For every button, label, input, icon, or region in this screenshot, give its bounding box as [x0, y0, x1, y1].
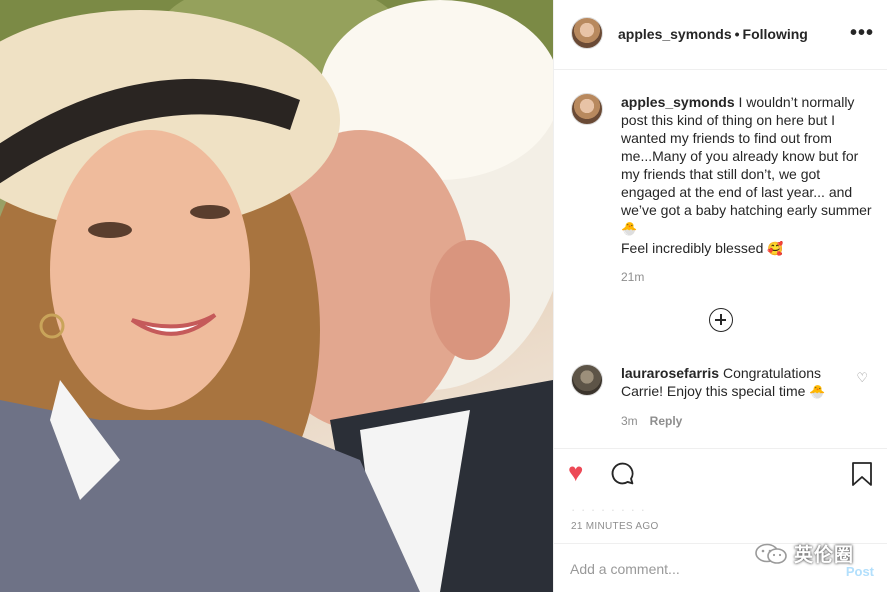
caption-username[interactable]: apples_symonds: [621, 94, 735, 110]
smiling-hearts-icon: 🥰: [767, 242, 784, 257]
caption-timestamp[interactable]: 21m: [621, 270, 644, 284]
post-panel: apples_symonds • Following ••• apples_symo…: [553, 0, 887, 592]
heart-outline-icon[interactable]: ♡: [856, 370, 868, 386]
follow-button[interactable]: Following: [743, 26, 808, 42]
caption-body-2: Feel incredibly blessed: [621, 240, 768, 256]
watermark: 英伦圈: [754, 540, 854, 567]
caption-body: I wouldn’t normally post this kind of th…: [621, 94, 872, 218]
reply-button[interactable]: Reply: [650, 414, 683, 428]
post-time-ago[interactable]: 21 MINUTES AGO: [571, 521, 659, 532]
likes-count-blurred: · · · · · · · ·: [571, 502, 646, 517]
bookmark-icon[interactable]: [850, 461, 874, 487]
post-photo[interactable]: [0, 0, 553, 592]
hatching-chick-icon: 🐣: [621, 222, 638, 237]
separator-dot: •: [734, 26, 740, 42]
header-username-line: apples_symonds • Following: [618, 26, 808, 42]
comment-meta: 3m Reply: [621, 414, 682, 428]
watermark-text: 英伦圈: [794, 545, 855, 566]
post-header: apples_symonds • Following •••: [554, 0, 887, 70]
caption-text: apples_symonds I wouldn’t normally post …: [621, 93, 876, 259]
photo-illustration: [0, 0, 553, 592]
caption-avatar[interactable]: [571, 93, 603, 125]
author-username[interactable]: apples_symonds: [618, 26, 732, 42]
plus-circle-icon[interactable]: [709, 308, 733, 332]
commenter-username[interactable]: laurarosefarris: [621, 365, 719, 381]
commenter-avatar[interactable]: [571, 364, 603, 396]
wechat-icon: [755, 543, 787, 564]
heart-filled-icon[interactable]: ♥: [568, 459, 583, 485]
more-options-icon[interactable]: •••: [850, 22, 874, 45]
author-avatar[interactable]: [571, 17, 603, 49]
comment-timestamp[interactable]: 3m: [621, 414, 638, 428]
comment-bubble-icon[interactable]: [610, 461, 635, 486]
comment-text: laurarosefarris Congratulations Carrie! …: [621, 364, 851, 402]
hatching-chick-icon: 🐣: [809, 385, 826, 400]
action-bar: ♥: [554, 448, 887, 498]
